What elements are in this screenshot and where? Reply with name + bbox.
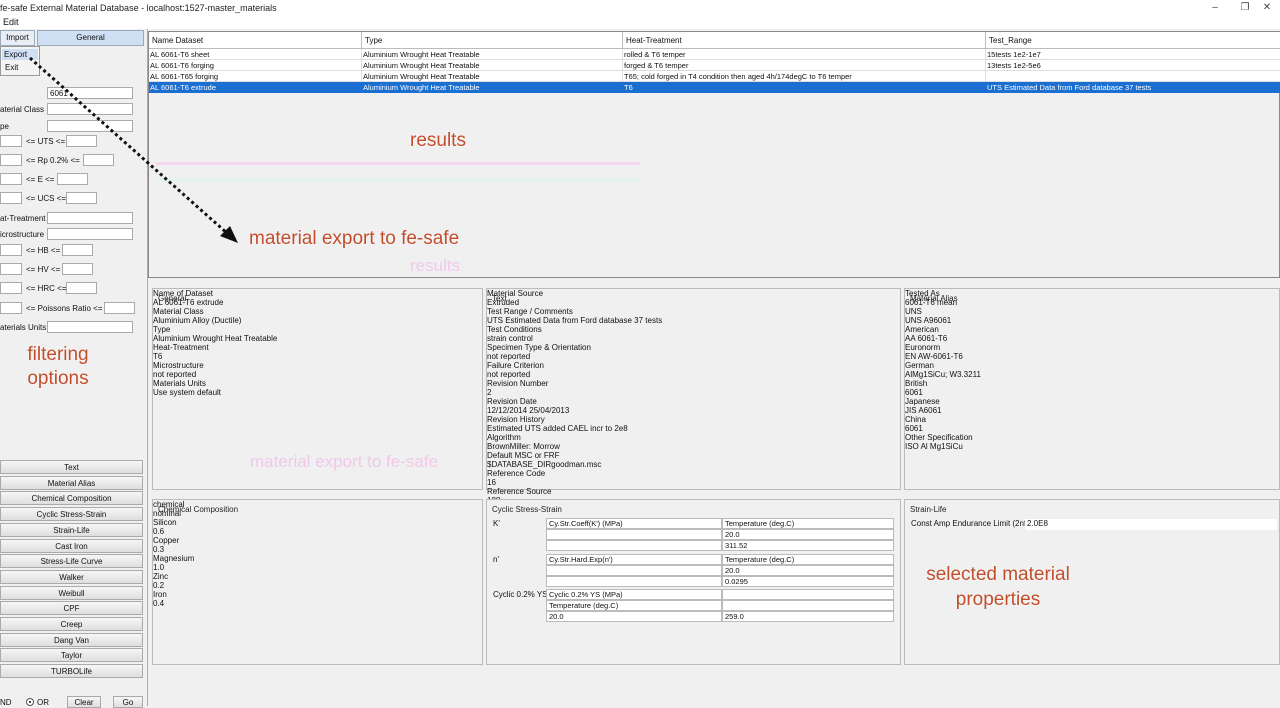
annotation-arrow (29, 56, 238, 243)
annotation-results: results (410, 130, 466, 151)
annotation-selected-properties: selected material properties (926, 564, 1070, 610)
annotation-export: material export to fe-safe (249, 228, 460, 249)
annotation-filtering: filtering options (27, 344, 89, 389)
